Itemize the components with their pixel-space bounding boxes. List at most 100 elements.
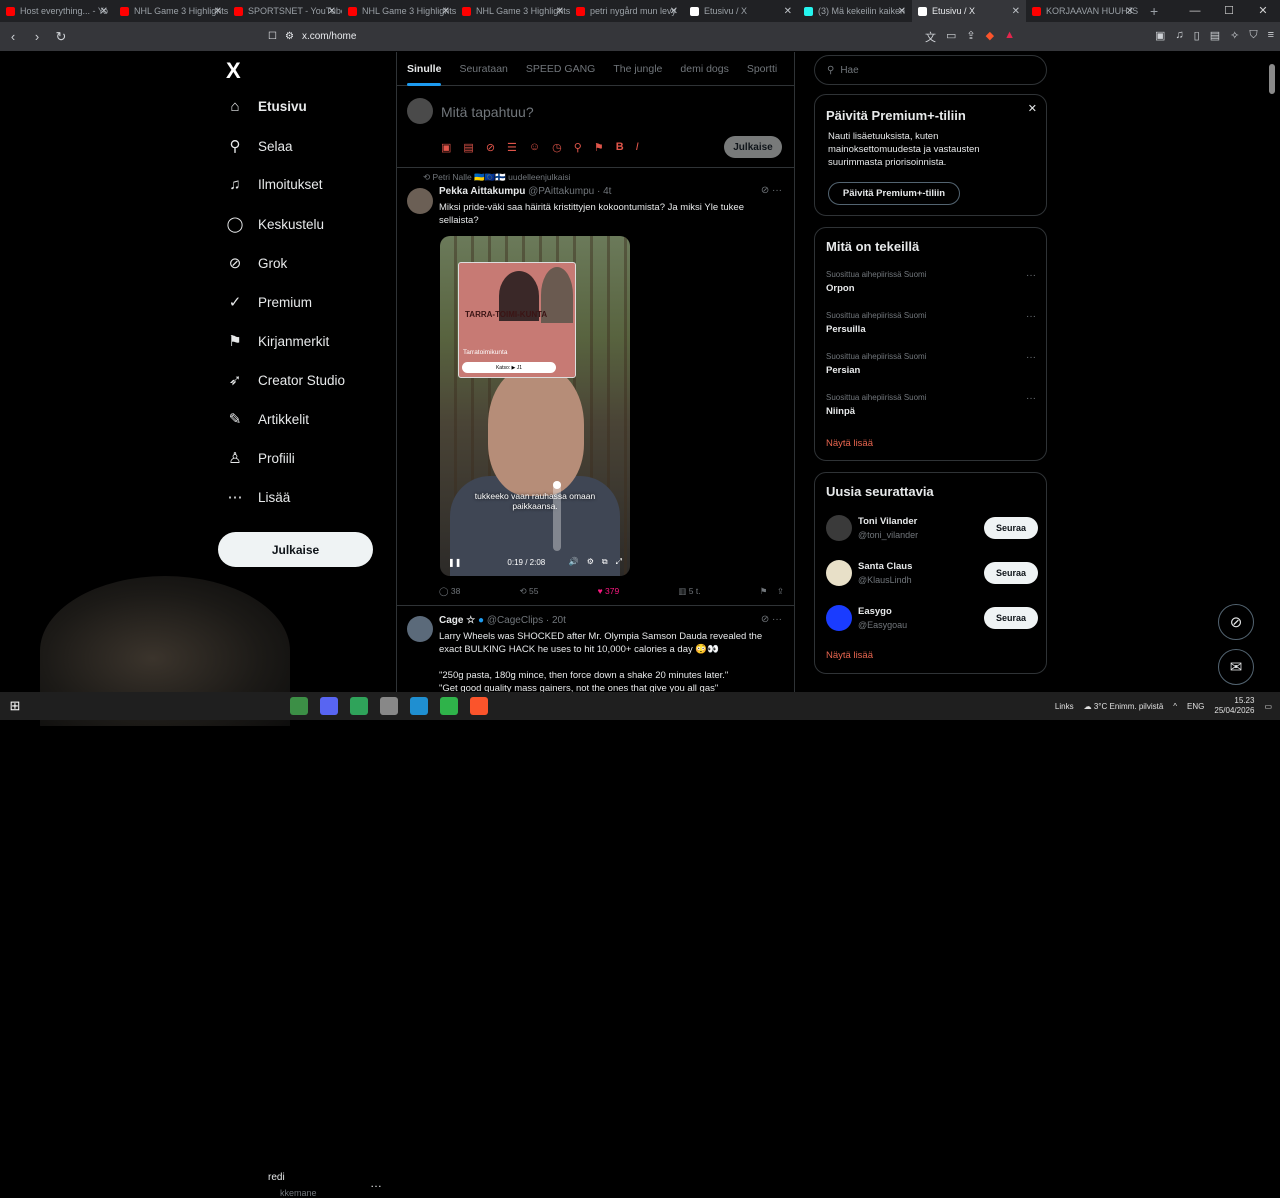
tab-close-icon[interactable]: ✕ bbox=[100, 6, 108, 17]
cast-icon[interactable]: ▭ bbox=[946, 29, 956, 45]
sidebar-item-grok[interactable]: ⊘ Grok bbox=[226, 254, 288, 272]
maximize-icon[interactable]: ☐ bbox=[1212, 0, 1246, 22]
browser-tab[interactable]: SPORTSNET - YouTube ✕ bbox=[228, 0, 342, 22]
post-button[interactable]: Julkaise bbox=[218, 532, 373, 567]
app-icon[interactable] bbox=[290, 697, 308, 715]
reload-icon[interactable]: ↻ bbox=[54, 29, 68, 45]
grok-icon[interactable]: ⊘ bbox=[486, 141, 495, 154]
avatar[interactable] bbox=[407, 188, 433, 214]
premium-button[interactable]: Päivitä Premium+-tiliin bbox=[828, 182, 960, 205]
tab-the-jungle[interactable]: The jungle bbox=[613, 63, 662, 75]
follow-suggestion[interactable]: Easygo @Easygoau Seuraa bbox=[826, 605, 1038, 635]
rewards-icon[interactable]: ▲ bbox=[1004, 29, 1015, 45]
translate-icon[interactable]: 文 bbox=[925, 29, 936, 45]
avatar[interactable] bbox=[826, 605, 852, 631]
avatar[interactable] bbox=[826, 515, 852, 541]
repost-button[interactable]: ⟲ 55 bbox=[520, 586, 539, 597]
tab-close-icon[interactable]: ✕ bbox=[1012, 6, 1020, 17]
messages-fab-icon[interactable]: ✉ bbox=[1218, 649, 1254, 685]
tab-speed-gang[interactable]: SPEED GANG bbox=[526, 63, 595, 75]
fullscreen-icon[interactable]: ⤢ bbox=[616, 557, 622, 567]
sidebar-item-selaa[interactable]: ⚲ Selaa bbox=[226, 137, 293, 155]
tweet[interactable]: ⟲ Petri Nalle 🇺🇦🇪🇺🇫🇮 uudelleenjulkaisi P… bbox=[397, 168, 794, 606]
more-icon[interactable]: ⊘ ··· bbox=[761, 185, 782, 196]
tab-demi-dogs[interactable]: demi dogs bbox=[680, 63, 728, 75]
sidebar-item-premium[interactable]: ✓ Premium bbox=[226, 293, 312, 311]
app-icon[interactable] bbox=[350, 697, 368, 715]
x-logo-icon[interactable]: X bbox=[226, 58, 241, 84]
compose-post-button[interactable]: Julkaise bbox=[724, 136, 782, 158]
account-more-icon[interactable]: … bbox=[370, 1176, 382, 1190]
close-window-icon[interactable]: ✕ bbox=[1246, 0, 1280, 22]
compose-input[interactable]: Mitä tapahtuu? bbox=[441, 104, 534, 120]
sidebar-item-etusivu[interactable]: ⌂ Etusivu bbox=[226, 98, 306, 115]
tab-close-icon[interactable]: ✕ bbox=[1126, 6, 1134, 17]
tweet[interactable]: Cage ☆ ● @CageClips · 20t ⊘ ··· Larry Wh… bbox=[397, 606, 794, 692]
video-player[interactable]: TARRA-TOIMI-KUNTA Tarratoimikunta Katso:… bbox=[440, 236, 630, 576]
notification-icon[interactable]: ▭ bbox=[1264, 702, 1272, 711]
share-icon[interactable]: ⇪ bbox=[777, 586, 784, 596]
grok-fab-icon[interactable]: ⊘ bbox=[1218, 604, 1254, 640]
discord-icon[interactable] bbox=[320, 697, 338, 715]
trend-item[interactable]: Suosittua aihepiirissä Suomi Persian ··· bbox=[826, 352, 1036, 376]
chevron-up-icon[interactable]: ^ bbox=[1173, 702, 1177, 711]
tab-close-icon[interactable]: ✕ bbox=[784, 6, 792, 17]
app-icon[interactable] bbox=[440, 697, 458, 715]
account-switcher[interactable]: redi kkemane … bbox=[218, 576, 396, 1198]
windows-start-icon[interactable]: ⊞ bbox=[0, 698, 30, 714]
browser-tab[interactable]: NHL Game 3 Highlights ✕ bbox=[456, 0, 570, 22]
image-icon[interactable]: ▣ bbox=[441, 141, 451, 154]
bookmark-page-icon[interactable]: ☐ bbox=[268, 31, 277, 42]
language[interactable]: ENG bbox=[1187, 702, 1204, 711]
more-icon[interactable]: ··· bbox=[1026, 311, 1036, 322]
reply-button[interactable]: ◯ 38 bbox=[439, 586, 460, 597]
edge-icon[interactable] bbox=[410, 697, 428, 715]
tab-sinulle[interactable]: Sinulle bbox=[407, 63, 442, 86]
views-button[interactable]: ▥ 5 t. bbox=[678, 586, 700, 597]
italic-icon[interactable]: I bbox=[636, 141, 639, 154]
back-icon[interactable]: ‹ bbox=[6, 29, 20, 44]
avatar[interactable] bbox=[826, 560, 852, 586]
clock[interactable]: 15.23 25/04/2026 bbox=[1214, 696, 1254, 716]
follow-suggestion[interactable]: Toni Vilander @toni_vilander Seuraa bbox=[826, 515, 1038, 545]
browser-tab[interactable]: petri nygård mun levy ✕ bbox=[570, 0, 684, 22]
schedule-icon[interactable]: ◷ bbox=[552, 141, 562, 154]
tab-sportti[interactable]: Sportti bbox=[747, 63, 777, 75]
browser-tab[interactable]: (3) Mä kekeilin kaiken ✕ bbox=[798, 0, 912, 22]
wallet-icon[interactable]: ▤ bbox=[1210, 29, 1220, 45]
flag-icon[interactable]: ⚑ bbox=[594, 141, 604, 154]
more-icon[interactable]: ⊘ ··· bbox=[761, 614, 782, 625]
sidebar-toggle-icon[interactable]: ▯ bbox=[1194, 29, 1200, 45]
brave-shield-icon[interactable]: ◆ bbox=[986, 29, 994, 45]
new-tab-button[interactable]: + bbox=[1140, 3, 1168, 19]
avatar[interactable] bbox=[407, 98, 433, 124]
gif-icon[interactable]: ▤ bbox=[463, 141, 473, 154]
volume-handle[interactable] bbox=[553, 481, 561, 489]
vpn-icon[interactable]: ⛉ bbox=[1249, 29, 1257, 45]
scrollbar[interactable] bbox=[1268, 52, 1276, 692]
more-icon[interactable]: ··· bbox=[1026, 352, 1036, 363]
close-icon[interactable]: ✕ bbox=[1028, 102, 1037, 115]
sidebar-item-ilmoitukset[interactable]: ♫ Ilmoitukset bbox=[226, 176, 322, 193]
search-input[interactable]: ⚲ Hae bbox=[814, 55, 1047, 85]
links-toolbar[interactable]: Links bbox=[1055, 702, 1074, 711]
tab-close-icon[interactable]: ✕ bbox=[898, 6, 906, 17]
tab-close-icon[interactable]: ✕ bbox=[328, 6, 336, 17]
tweet-author[interactable]: Pekka Aittakumpu @PAittakumpu · 4t bbox=[439, 186, 611, 197]
url-field[interactable]: ☐ ⚙ x.com/home bbox=[268, 31, 788, 42]
bookmark-icon[interactable]: ⚑ bbox=[760, 586, 768, 596]
menu-icon[interactable]: ≡ bbox=[1268, 29, 1274, 45]
tab-close-icon[interactable]: ✕ bbox=[556, 6, 564, 17]
sidebar-item-lisää[interactable]: ⋯ Lisää bbox=[226, 488, 291, 506]
site-info-icon[interactable]: ⚙ bbox=[285, 31, 294, 42]
browser-tab[interactable]: NHL Game 3 Highlights ✕ bbox=[342, 0, 456, 22]
more-icon[interactable]: ··· bbox=[1026, 270, 1036, 281]
poll-icon[interactable]: ☰ bbox=[507, 141, 517, 154]
follow-button[interactable]: Seuraa bbox=[984, 517, 1038, 539]
share-icon[interactable]: ⇪ bbox=[966, 29, 975, 45]
brave-icon[interactable] bbox=[470, 697, 488, 715]
browser-tab[interactable]: Etusivu / X ✕ bbox=[684, 0, 798, 22]
trends-show-more[interactable]: Näytä lisää bbox=[826, 438, 873, 449]
like-button[interactable]: ♥ 379 bbox=[598, 586, 620, 597]
trend-item[interactable]: Suosittua aihepiirissä Suomi Persuilla ··· bbox=[826, 311, 1036, 335]
